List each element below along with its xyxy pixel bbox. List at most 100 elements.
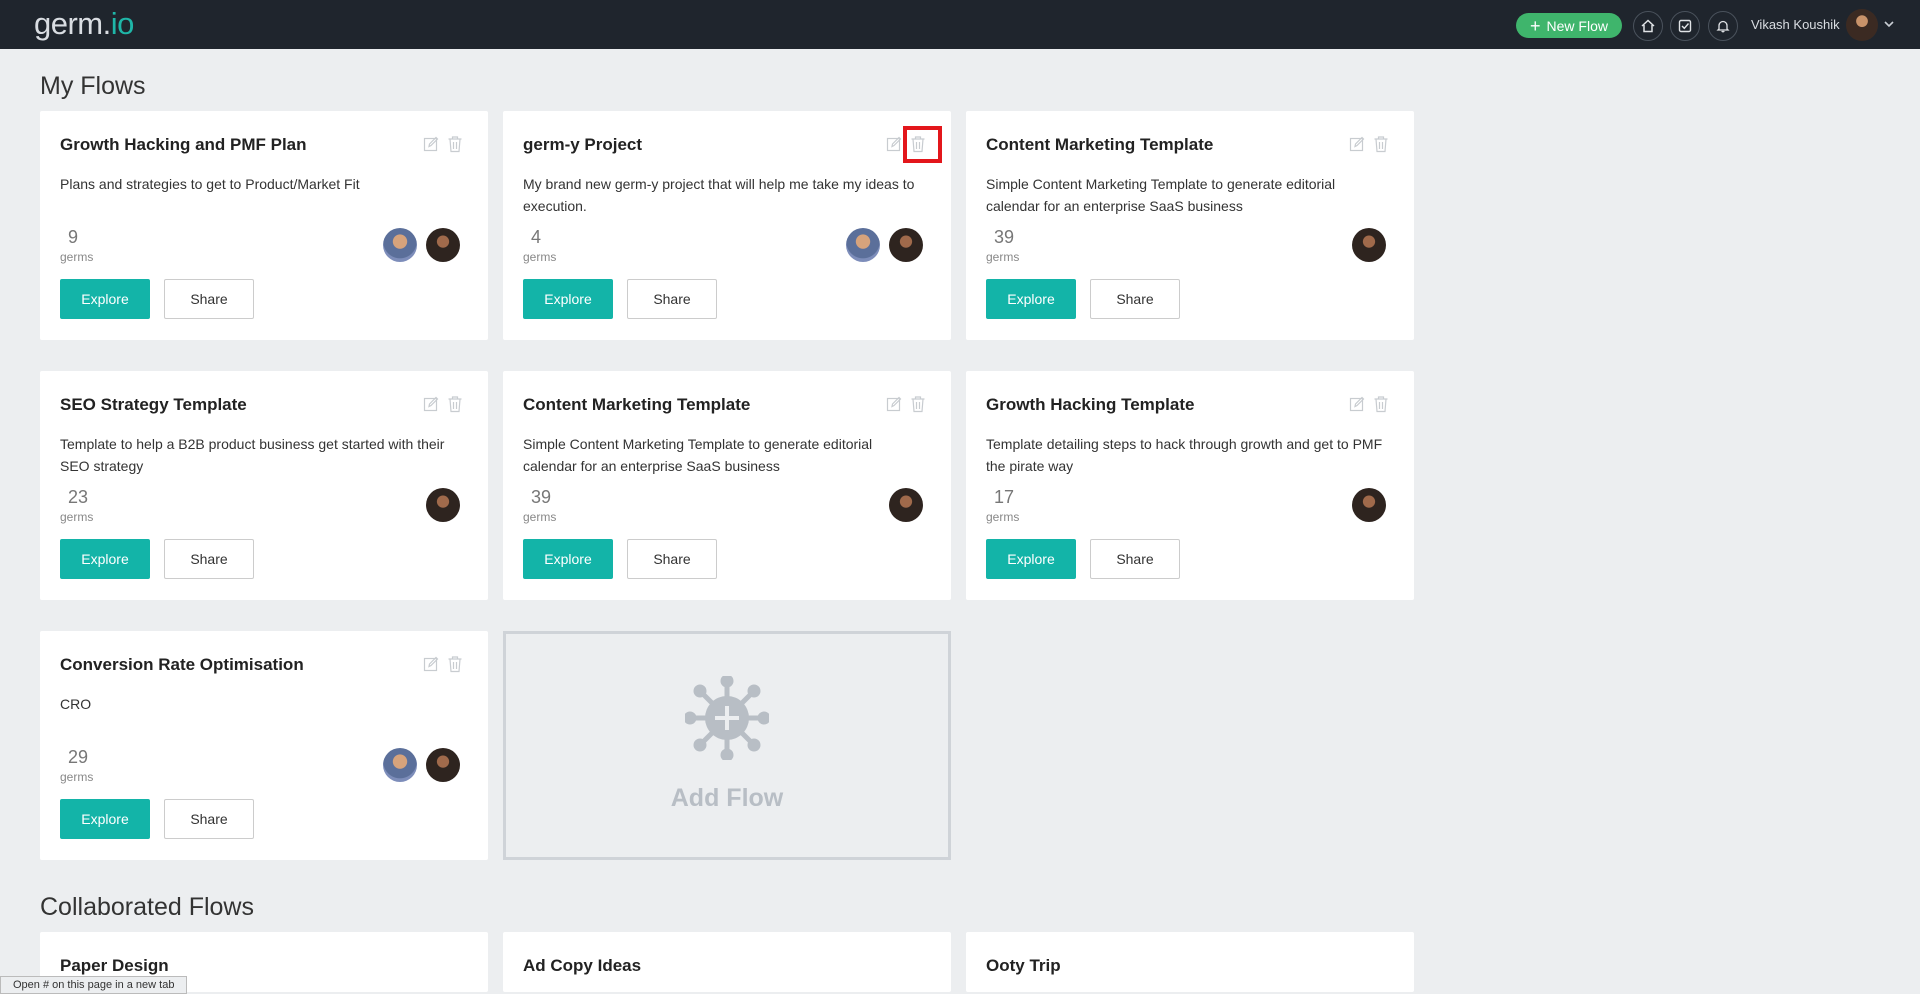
germ-count-label: germs [60,770,94,784]
collaborated-flows-heading: Collaborated Flows [40,893,254,921]
flow-card: Content Marketing Template Simple Conten… [503,371,951,600]
flow-description: Template detailing steps to hack through… [986,436,1383,474]
browser-status-bar: Open # on this page in a new tab [0,976,188,994]
user-name[interactable]: Vikash Koushik [1751,17,1840,32]
avatar[interactable] [889,488,923,522]
edit-icon[interactable] [423,656,439,672]
chevron-down-icon[interactable] [1883,19,1895,29]
collab-flow-card: Ooty Trip [966,932,1414,992]
logo-text: germ. [34,6,111,41]
tasks-button[interactable] [1670,11,1700,41]
flow-description: Simple Content Marketing Template to gen… [523,436,873,474]
plus-icon: + [1530,15,1541,36]
explore-button[interactable]: Explore [986,539,1076,579]
trash-icon[interactable] [447,135,463,153]
germ-count: 17 [994,487,1015,507]
germ-count-label: germs [60,250,94,264]
germ-count: 29 [68,747,89,767]
avatar[interactable] [889,228,923,262]
collaborator-avatars [889,488,923,522]
share-button[interactable]: Share [1090,539,1180,579]
share-button[interactable]: Share [627,279,717,319]
trash-icon[interactable] [447,655,463,673]
trash-icon[interactable] [1373,135,1389,153]
flow-title[interactable]: Growth Hacking Template [986,395,1194,415]
new-flow-button[interactable]: + New Flow [1516,13,1622,38]
avatar[interactable] [426,488,460,522]
flow-title[interactable]: Growth Hacking and PMF Plan [60,135,307,155]
flow-title[interactable]: Content Marketing Template [523,395,750,415]
flow-title[interactable]: Content Marketing Template [986,135,1213,155]
edit-icon[interactable] [423,396,439,412]
logo-accent-text: io [110,6,135,41]
collaborator-avatars [426,488,460,522]
explore-button[interactable]: Explore [60,539,150,579]
flow-title[interactable]: Ad Copy Ideas [523,956,641,976]
trash-icon[interactable] [910,395,926,413]
edit-icon[interactable] [423,136,439,152]
avatar[interactable] [426,748,460,782]
germ-count-label: germs [523,510,557,524]
collaborator-avatars [383,228,460,262]
share-button[interactable]: Share [164,799,254,839]
checklist-icon [1678,19,1692,33]
share-button[interactable]: Share [627,539,717,579]
flow-title[interactable]: Conversion Rate Optimisation [60,655,304,675]
avatar[interactable] [383,748,417,782]
flow-description: Template to help a B2B product business … [60,436,445,474]
add-flow-tile[interactable]: Add Flow [503,631,951,860]
avatar[interactable] [846,228,880,262]
germ-count: 9 [68,227,79,247]
flow-card: germ-y Project My brand new germ-y proje… [503,111,951,340]
germ-count-label: germs [60,510,94,524]
germ-count-label: germs [986,510,1020,524]
flow-title[interactable]: SEO Strategy Template [60,395,247,415]
explore-button[interactable]: Explore [523,279,613,319]
share-button[interactable]: Share [1090,279,1180,319]
edit-icon[interactable] [886,396,902,412]
flow-card: Growth Hacking and PMF Plan Plans and st… [40,111,488,340]
explore-button[interactable]: Explore [523,539,613,579]
edit-icon[interactable] [1349,396,1365,412]
avatar[interactable] [1352,488,1386,522]
collaborator-avatars [1352,488,1386,522]
flow-card: Content Marketing Template Simple Conten… [966,111,1414,340]
explore-button[interactable]: Explore [60,279,150,319]
edit-icon[interactable] [1349,136,1365,152]
avatar[interactable] [426,228,460,262]
edit-icon[interactable] [886,136,902,152]
germ-count: 39 [994,227,1015,247]
home-button[interactable] [1633,11,1663,41]
germio-logo[interactable]: germ.io [34,6,134,42]
trash-icon[interactable] [447,395,463,413]
user-avatar[interactable] [1846,9,1878,41]
notifications-button[interactable] [1708,11,1738,41]
new-flow-label: New Flow [1546,17,1608,34]
avatar[interactable] [1352,228,1386,262]
flow-description: My brand new germ-y project that will he… [523,176,915,214]
explore-button[interactable]: Explore [60,799,150,839]
share-button[interactable]: Share [164,279,254,319]
flow-title[interactable]: Paper Design [60,956,169,976]
flow-title[interactable]: Ooty Trip [986,956,1061,976]
explore-button[interactable]: Explore [986,279,1076,319]
germ-count: 23 [68,487,89,507]
flow-description: CRO [60,696,92,712]
flow-title[interactable]: germ-y Project [523,135,642,155]
collaborator-avatars [1352,228,1386,262]
collaborator-avatars [383,748,460,782]
add-flow-label: Add Flow [670,784,784,812]
top-navigation-bar: germ.io + New Flow Vikash Koushik [0,0,1920,49]
avatar[interactable] [383,228,417,262]
germ-count-label: germs [986,250,1020,264]
germ-count: 4 [531,227,542,247]
germ-count-label: germs [523,250,557,264]
flow-description: Simple Content Marketing Template to gen… [986,176,1336,214]
flow-card: Conversion Rate Optimisation CRO 29 germ… [40,631,488,860]
trash-icon[interactable] [1373,395,1389,413]
share-button[interactable]: Share [164,539,254,579]
highlight-box [903,126,942,163]
flow-card: SEO Strategy Template Template to help a… [40,371,488,600]
home-icon [1641,19,1655,33]
germ-add-icon [685,676,769,760]
